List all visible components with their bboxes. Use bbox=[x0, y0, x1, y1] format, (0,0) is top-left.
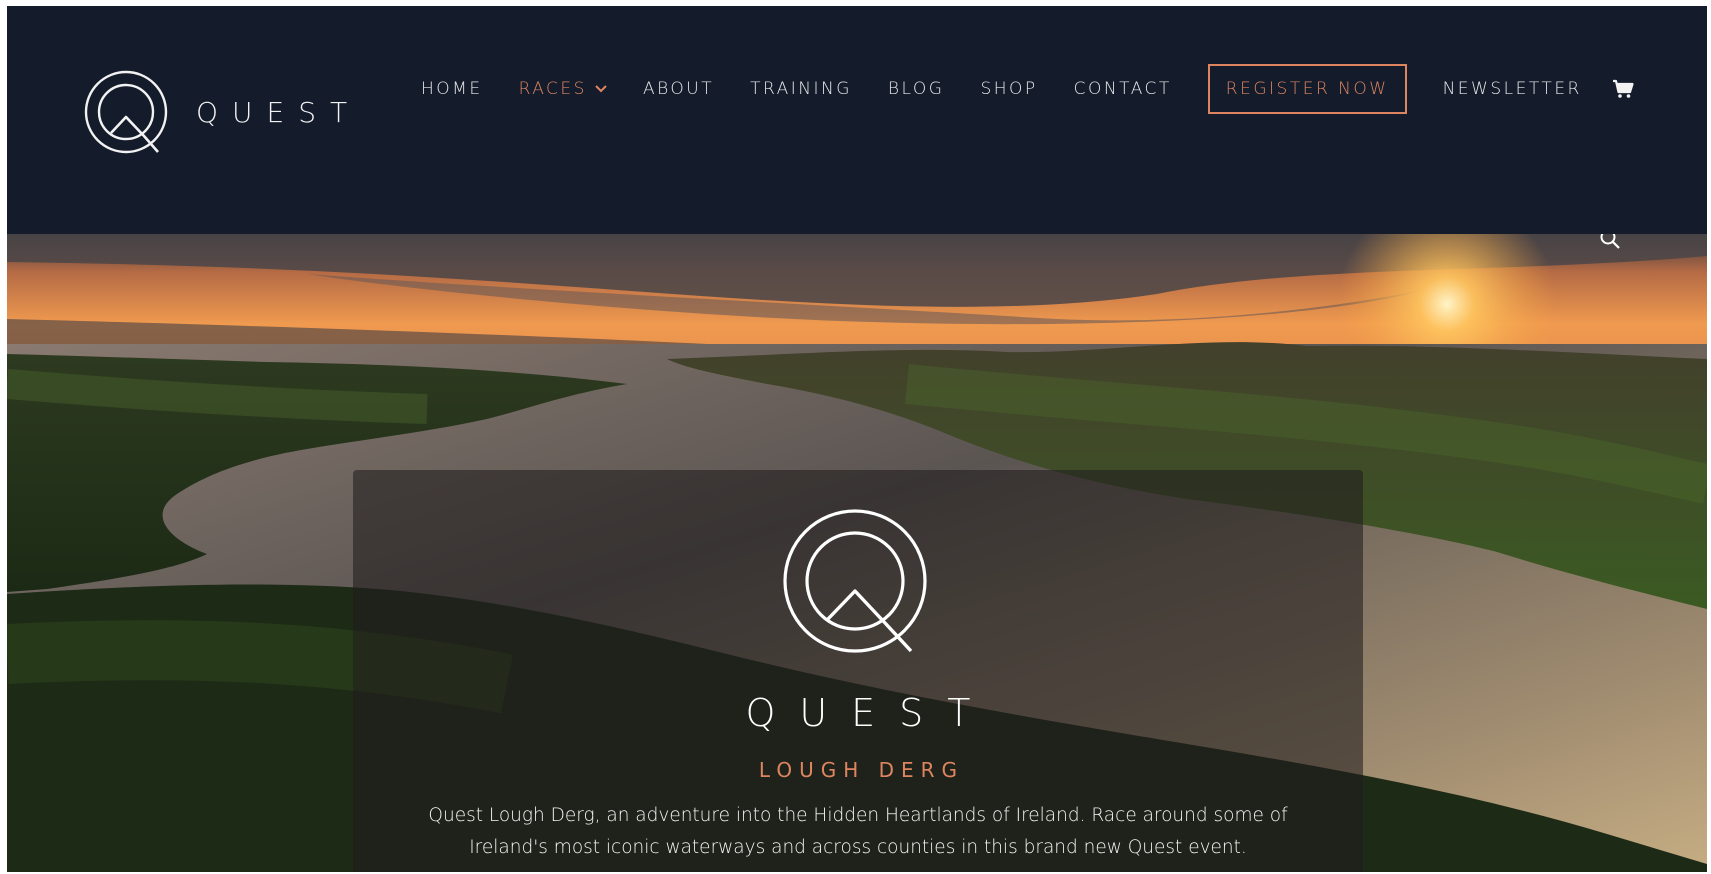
nav-about[interactable]: ABOUT bbox=[643, 79, 714, 99]
site-header: QUEST HOME RACES ABOUT TRAINING BLOG SHO… bbox=[7, 6, 1707, 234]
nav-training[interactable]: TRAINING bbox=[750, 79, 852, 99]
nav-newsletter[interactable]: NEWSLETTER bbox=[1443, 79, 1582, 99]
nav-races-label: RACES bbox=[518, 79, 587, 99]
hero-description: Quest Lough Derg, an adventure into the … bbox=[428, 805, 1288, 858]
hero-section: QUEST LOUGH DERG Quest Lough Derg, an ad… bbox=[7, 234, 1707, 872]
search-icon[interactable] bbox=[1599, 234, 1621, 250]
nav-blog[interactable]: BLOG bbox=[888, 79, 945, 99]
logo-wordmark: QUEST bbox=[196, 95, 362, 129]
main-nav: HOME RACES ABOUT TRAINING BLOG SHOP CONT… bbox=[421, 64, 1634, 114]
nav-home[interactable]: HOME bbox=[421, 79, 483, 99]
site-logo[interactable]: QUEST bbox=[84, 70, 361, 156]
page-frame: QUEST HOME RACES ABOUT TRAINING BLOG SHO… bbox=[7, 6, 1707, 872]
chevron-down-icon bbox=[595, 85, 607, 93]
cart-button[interactable] bbox=[1612, 79, 1634, 99]
register-now-button[interactable]: REGISTER NOW bbox=[1207, 64, 1407, 114]
quest-logo-icon bbox=[84, 70, 168, 154]
hero-info-panel: QUEST LOUGH DERG Quest Lough Derg, an ad… bbox=[353, 470, 1363, 872]
hero-title: QUEST bbox=[745, 691, 995, 735]
nav-shop[interactable]: SHOP bbox=[980, 79, 1037, 99]
nav-contact[interactable]: CONTACT bbox=[1074, 79, 1172, 99]
shopping-cart-icon bbox=[1612, 79, 1634, 98]
hero-subtitle: LOUGH DERG bbox=[758, 758, 965, 782]
quest-emblem-icon bbox=[783, 509, 927, 653]
nav-races[interactable]: RACES bbox=[519, 79, 607, 99]
